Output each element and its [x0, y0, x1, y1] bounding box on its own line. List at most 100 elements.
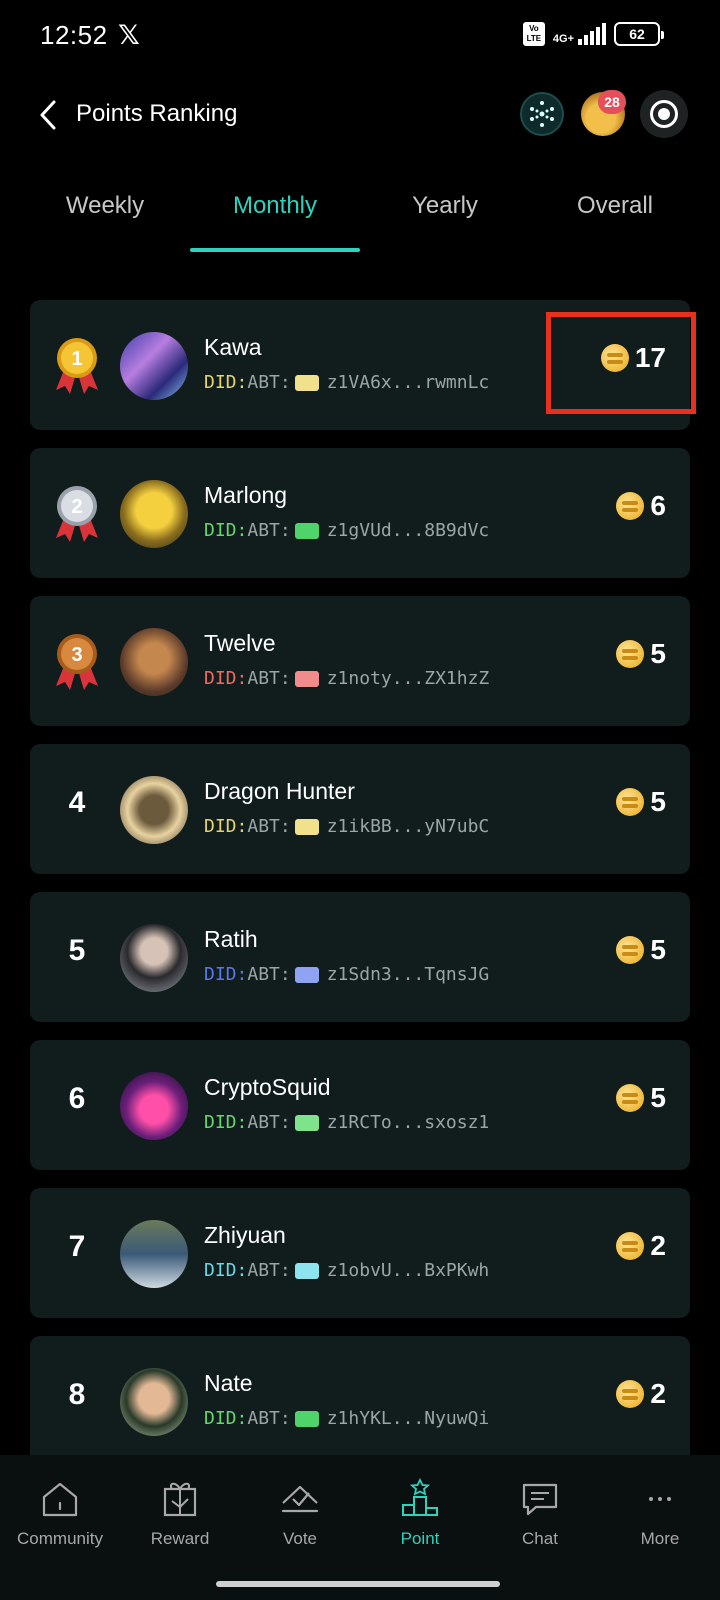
network-hub-icon[interactable]	[520, 92, 564, 136]
gold-medal-icon: 1	[56, 338, 98, 394]
points-number: 2	[650, 1230, 666, 1261]
highlight-box	[546, 312, 696, 414]
nav-chat[interactable]: Chat	[480, 1455, 600, 1600]
nav-vote[interactable]: Vote	[240, 1455, 360, 1600]
did-prefix: DID:	[204, 372, 248, 393]
avatar[interactable]	[120, 776, 188, 844]
did-prefix: DID:	[204, 1260, 248, 1281]
avatar[interactable]	[120, 1220, 188, 1288]
avatar[interactable]	[120, 480, 188, 548]
did-abt: ABT:	[247, 816, 291, 837]
rank-number: 7	[68, 1230, 86, 1263]
did-address: DID: ABT: z1ikBB...yN7ubC	[204, 816, 489, 837]
nav-label-reward: Reward	[150, 1529, 210, 1548]
ranking-row[interactable]: 5 Ratih DID: ABT: z1Sdn3...TqnsJG 5	[30, 892, 690, 1022]
record-icon	[650, 100, 678, 128]
did-address: DID: ABT: z1RCTo...sxosz1	[204, 1112, 489, 1133]
did-id: z1ikBB...yN7ubC	[326, 816, 490, 837]
user-name: Zhiyuan	[204, 1222, 286, 1248]
nav-reward[interactable]: Reward	[120, 1455, 240, 1600]
did-id: z1gVUd...8B9dVc	[326, 520, 490, 541]
medal-rank: 3	[71, 644, 82, 666]
avatar[interactable]	[120, 628, 188, 696]
page-title: Points Ranking	[76, 100, 238, 127]
tab-weekly[interactable]: Weekly	[20, 180, 190, 252]
did-id: z1hYKL...NyuwQi	[326, 1408, 490, 1429]
did-id: z1Sdn3...TqnsJG	[326, 964, 490, 985]
status-time: 12:52	[40, 20, 108, 50]
avatar[interactable]	[120, 332, 188, 400]
did-id: z1RCTo...sxosz1	[326, 1112, 490, 1133]
medal-rank: 1	[71, 348, 82, 370]
did-chip-icon	[294, 1114, 319, 1131]
points-value: 5	[616, 638, 666, 670]
ranking-row[interactable]: 4 Dragon Hunter DID: ABT: z1ikBB...yN7ubC …	[30, 744, 690, 874]
points-number: 2	[650, 1378, 666, 1409]
back-arrow-icon[interactable]	[34, 98, 64, 132]
did-chip-icon	[294, 1262, 319, 1279]
did-chip-icon	[294, 818, 319, 835]
did-address: DID: ABT: z1VA6x...rwmnLc	[204, 372, 489, 393]
status-indicators: Vo LTE 4G+ 62	[522, 22, 664, 46]
user-name: Twelve	[204, 630, 276, 656]
points-number: 5	[650, 638, 666, 669]
user-name: Ratih	[204, 926, 258, 952]
volte-icon: Vo LTE	[522, 22, 545, 46]
tab-monthly[interactable]: Monthly	[190, 180, 360, 252]
points-number: 6	[650, 490, 666, 521]
did-abt: ABT:	[247, 520, 291, 541]
ranking-row[interactable]: 6 CryptoSquid DID: ABT: z1RCTo...sxosz1 5	[30, 1040, 690, 1170]
nav-community[interactable]: Community	[0, 1455, 120, 1600]
did-abt: ABT:	[247, 1260, 291, 1281]
did-prefix: DID:	[204, 816, 248, 837]
battery-level: 62	[629, 26, 645, 42]
nav-label-point: Point	[400, 1529, 440, 1548]
points-value: 5	[616, 934, 666, 966]
silver-medal-icon: 2	[56, 486, 98, 542]
podium-icon	[402, 1477, 438, 1516]
did-abt: ABT:	[247, 372, 291, 393]
ranking-row[interactable]: 1 Kawa DID: ABT: z1VA6x...rwmnLc 17	[30, 300, 696, 430]
battery-icon: 62	[614, 22, 664, 46]
did-abt: ABT:	[247, 668, 291, 689]
did-id: z1noty...ZX1hzZ	[326, 668, 490, 689]
did-chip-icon	[294, 522, 319, 539]
status-bar: 12:52 𝕏 Vo LTE 4G+ 62	[0, 0, 720, 70]
did-prefix: DID:	[204, 668, 248, 689]
user-name: Kawa	[204, 334, 262, 360]
bottom-navigation: Community Reward Vote Point Chat More	[0, 1455, 720, 1600]
ranking-row[interactable]: 3 Twelve DID: ABT: z1noty...ZX1hzZ 5	[30, 596, 690, 726]
did-address: DID: ABT: z1Sdn3...TqnsJG	[204, 964, 489, 985]
network-type: 4G+	[552, 33, 574, 45]
coin-icon	[616, 492, 645, 520]
did-abt: ABT:	[247, 1112, 291, 1133]
avatar[interactable]	[120, 924, 188, 992]
user-name: Nate	[204, 1370, 253, 1396]
record-button[interactable]	[640, 90, 688, 138]
period-tabs: Weekly Monthly Yearly Overall	[20, 180, 700, 252]
chat-icon	[522, 1483, 558, 1516]
avatar[interactable]	[120, 1368, 188, 1436]
did-address: DID: ABT: z1gVUd...8B9dVc	[204, 520, 489, 541]
ranking-row[interactable]: 7 Zhiyuan DID: ABT: z1obvU...BxPKwh 2	[30, 1188, 690, 1318]
points-value: 6	[616, 490, 666, 522]
medal-rank: 2	[71, 496, 82, 518]
home-indicator[interactable]	[216, 1581, 500, 1587]
tab-yearly[interactable]: Yearly	[360, 180, 530, 252]
nav-point[interactable]: Point	[360, 1455, 480, 1600]
did-chip-icon	[294, 670, 319, 687]
points-number: 5	[650, 786, 666, 817]
coin-icon	[616, 1084, 645, 1112]
did-chip-icon	[294, 1410, 319, 1427]
avatar[interactable]	[120, 1072, 188, 1140]
user-name: Marlong	[204, 482, 288, 508]
nav-label-chat: Chat	[522, 1529, 558, 1548]
tab-overall[interactable]: Overall	[530, 180, 700, 252]
ranking-row[interactable]: 8 Nate DID: ABT: z1hYKL...NyuwQi 2	[30, 1336, 690, 1466]
ranking-row[interactable]: 2 Marlong DID: ABT: z1gVUd...8B9dVc 6	[30, 448, 690, 578]
home-icon	[42, 1482, 78, 1517]
nav-label-community: Community	[17, 1529, 103, 1548]
vote-icon	[281, 1485, 319, 1513]
nav-more[interactable]: More	[600, 1455, 720, 1600]
bronze-medal-icon: 3	[56, 634, 98, 690]
